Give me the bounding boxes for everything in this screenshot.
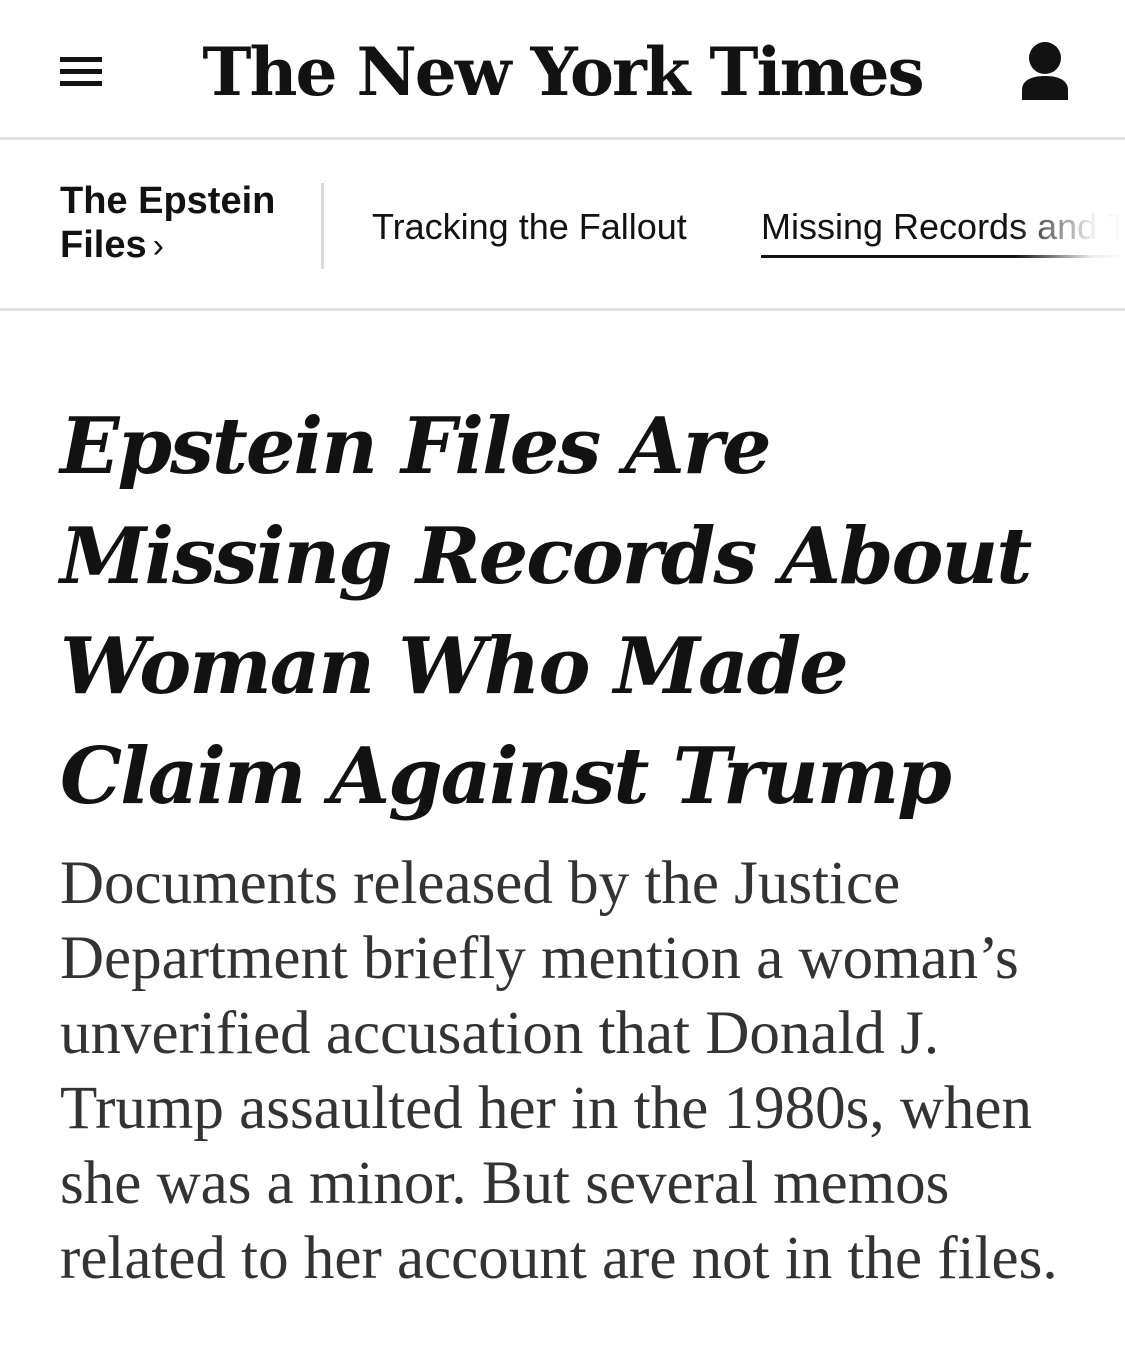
section-navigation: The Epstein Files › Tracking the Fallout … [0,143,1125,311]
nav-link-tracking-the-fallout[interactable]: Tracking the Fallout [372,205,687,249]
nyt-logo[interactable]: The New York Times [0,32,1125,112]
section-title-link[interactable]: The Epstein Files › [60,179,300,268]
article-summary: Documents released by the Justice Depart… [60,850,1058,1292]
section-title-label: The Epstein Files [60,180,276,266]
chevron-right-icon: › [152,227,164,265]
article-headline: Epstein Files Are Missing Records About … [60,401,1032,822]
user-silhouette-icon [1022,42,1068,100]
masthead-header: The New York Times [0,0,1125,140]
user-account-icon[interactable] [1018,40,1072,104]
nav-divider [321,183,324,269]
nav-link-missing-records[interactable]: Missing Records and T [761,205,1125,258]
